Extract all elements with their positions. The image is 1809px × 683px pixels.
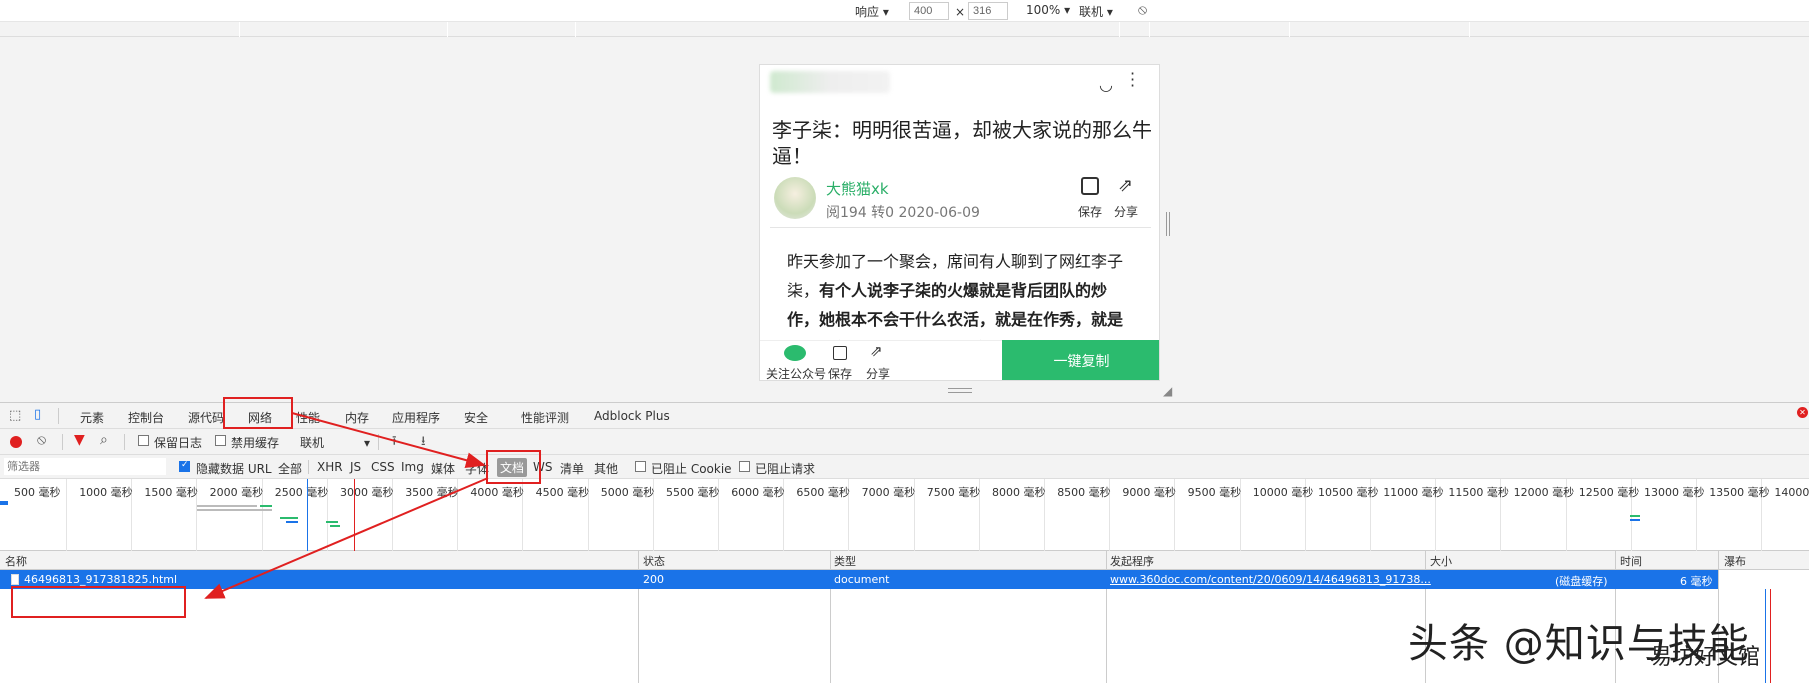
annotation-arrow	[204, 477, 489, 599]
annotation-arrows	[204, 412, 489, 599]
annotation-arrow	[291, 412, 486, 469]
